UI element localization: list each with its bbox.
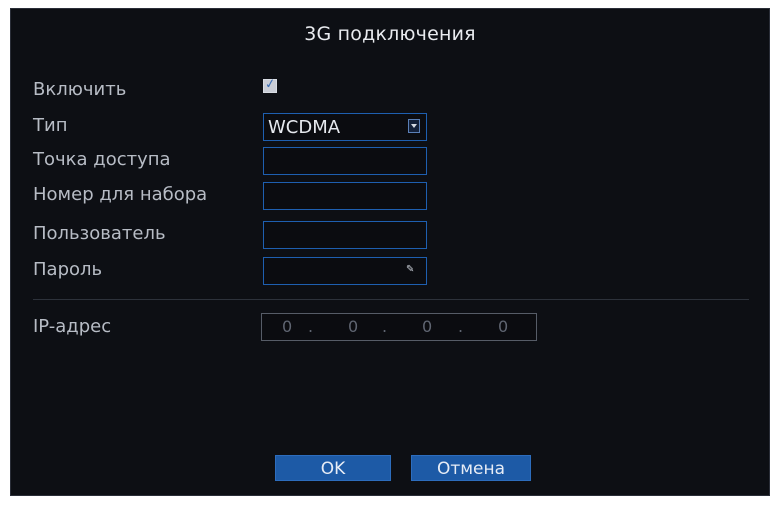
ok-button[interactable]: OK: [275, 455, 391, 481]
dialog-title: 3G подключения: [304, 23, 476, 45]
password-label: Пароль: [33, 259, 103, 280]
ip-dot: .: [382, 317, 388, 336]
divider: [33, 299, 749, 300]
apn-label: Точка доступа: [33, 149, 171, 170]
enable-label: Включить: [33, 79, 127, 100]
apn-input[interactable]: [263, 147, 427, 175]
enable-checkbox[interactable]: ✓: [263, 76, 277, 93]
ip-octet-4[interactable]: 0: [498, 317, 508, 337]
user-input[interactable]: [263, 221, 427, 249]
cancel-button[interactable]: Отмена: [411, 455, 531, 481]
ip-address-input[interactable]: 0 . 0 . 0 . 0: [261, 313, 537, 341]
3g-connection-dialog: 3G подключения Включить ✓ Тип WCDMA Точк…: [10, 8, 770, 496]
dial-number-input[interactable]: [263, 182, 427, 210]
ip-octet-2[interactable]: 0: [348, 317, 358, 337]
type-select-value: WCDMA: [268, 117, 341, 138]
ip-octet-1[interactable]: 0: [282, 317, 292, 337]
dial-number-label: Номер для набора: [33, 184, 208, 205]
type-label: Тип: [33, 115, 68, 136]
type-select[interactable]: WCDMA: [263, 113, 427, 141]
keyboard-icon[interactable]: ✎: [406, 265, 416, 275]
chevron-down-icon[interactable]: [408, 119, 420, 133]
ip-dot: .: [308, 317, 314, 336]
user-label: Пользователь: [33, 223, 166, 244]
ip-dot: .: [458, 317, 464, 336]
ip-octet-3[interactable]: 0: [422, 317, 432, 337]
checkmark-icon: ✓: [263, 76, 277, 93]
password-input[interactable]: ✎: [263, 257, 427, 285]
ip-label: IP-адрес: [33, 316, 112, 337]
